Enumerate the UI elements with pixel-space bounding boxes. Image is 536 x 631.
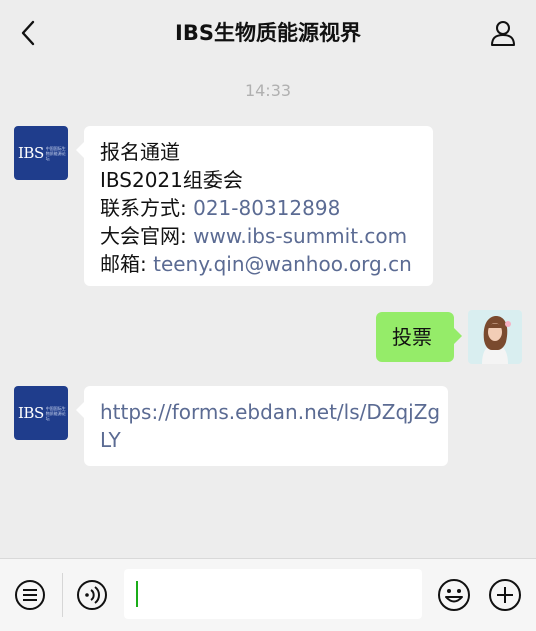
message-text: 投票 — [392, 325, 432, 349]
chat-screen: IBS生物质能源视界 14:33 IBS 中国国际生物质能源论坛 报名通道 IB… — [0, 0, 536, 631]
ibs-logo: IBS — [18, 404, 44, 422]
url-link[interactable]: LY — [100, 426, 440, 454]
website-link[interactable]: www.ibs-summit.com — [193, 224, 407, 248]
message-bubble[interactable]: https://forms.ebdan.net/ls/DZqjZg LY — [76, 386, 448, 466]
message-bubble[interactable]: 报名通道 IBS2021组委会 联系方式: 021-80312898 大会官网:… — [76, 126, 433, 286]
emoji-icon — [438, 579, 470, 611]
message-bubble-outgoing[interactable]: 投票 — [376, 312, 462, 362]
emoji-button[interactable] — [437, 578, 471, 612]
menu-button[interactable] — [13, 578, 47, 612]
profile-icon — [491, 21, 515, 46]
message-line: 邮箱: teeny.qin@wanhoo.org.cn — [100, 252, 412, 276]
menu-list-icon — [15, 580, 45, 610]
voice-icon — [77, 580, 107, 610]
plus-icon — [489, 579, 521, 611]
phone-link[interactable]: 021-80312898 — [193, 196, 340, 220]
more-button[interactable] — [488, 578, 522, 612]
text-caret — [136, 581, 138, 607]
sender-avatar[interactable]: IBS 中国国际生物质能源论坛 — [14, 386, 68, 440]
chat-header: IBS生物质能源视界 — [0, 0, 536, 66]
message-timestamp: 14:33 — [244, 81, 292, 100]
message-line: 报名通道 — [100, 140, 180, 164]
ibs-logo-subtitle: 中国国际生物质能源论坛 — [45, 145, 66, 161]
input-toolbar — [0, 558, 536, 631]
message-line: IBS2021组委会 — [100, 168, 243, 192]
user-portrait-icon — [468, 310, 522, 364]
back-button[interactable] — [14, 18, 42, 48]
email-link[interactable]: teeny.qin@wanhoo.org.cn — [153, 252, 412, 276]
ibs-logo-subtitle: 中国国际生物质能源论坛 — [45, 405, 66, 421]
chat-info-button[interactable] — [488, 18, 518, 48]
back-arrow-icon — [21, 20, 35, 46]
ibs-logo: IBS — [18, 144, 44, 162]
message-line: 大会官网: www.ibs-summit.com — [100, 224, 408, 248]
my-avatar[interactable] — [468, 310, 522, 364]
message-line: 联系方式: 021-80312898 — [100, 196, 341, 220]
voice-button[interactable] — [75, 578, 109, 612]
url-link[interactable]: https://forms.ebdan.net/ls/DZqjZg — [100, 398, 440, 426]
toolbar-divider — [62, 573, 63, 617]
chat-title: IBS生物质能源视界 — [175, 21, 361, 45]
message-input[interactable] — [124, 569, 422, 619]
sender-avatar[interactable]: IBS 中国国际生物质能源论坛 — [14, 126, 68, 180]
